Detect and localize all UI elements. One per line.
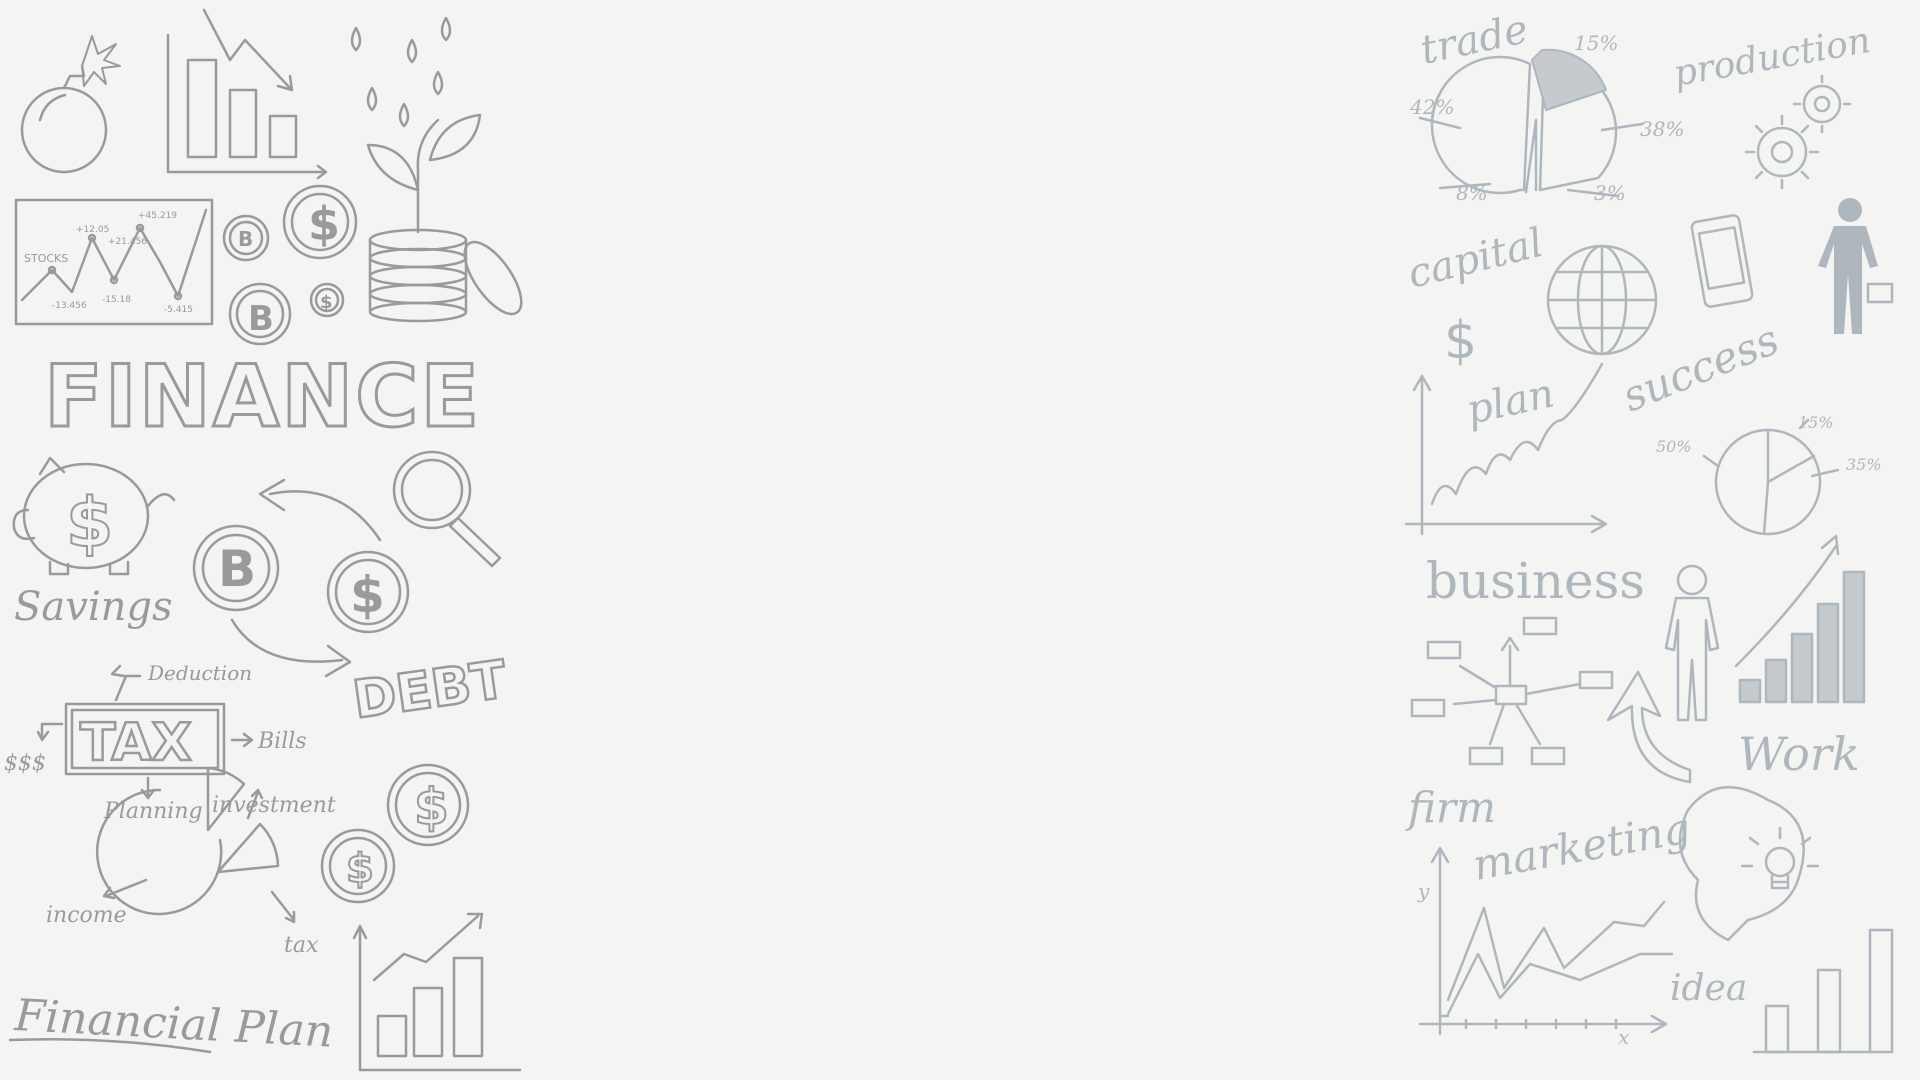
tax-label: TAX [80, 713, 192, 773]
doodle-canvas: FINANCE STOCKS +12.05 +21.456 +45.219 -1… [4, 6, 1894, 1072]
investment-label: investment [212, 793, 336, 818]
bomb-icon [20, 35, 121, 174]
svg-text:$: $ [66, 484, 113, 563]
pie-pct-5: 3% [1594, 181, 1626, 205]
pie-pct-1: 15% [1574, 31, 1618, 55]
dollar-sign-icon: $ [1444, 311, 1477, 371]
bar-chart-icon [166, 8, 328, 180]
deduction-label: Deduction [147, 661, 252, 685]
gears-icon [1744, 74, 1852, 190]
trade-pie-chart-icon [1418, 48, 1644, 198]
stock-value-3: +45.219 [138, 211, 177, 221]
business-label: business [1426, 552, 1645, 610]
trade-label: trade [1417, 6, 1533, 74]
small-pie-pct-2: 15% [1798, 413, 1834, 432]
tax-small-label: tax [284, 933, 319, 958]
capital-label: capital [1403, 220, 1547, 298]
axis-x-label: x [1618, 1025, 1629, 1049]
planning-label: Planning [103, 799, 203, 824]
stock-value-2: +21.456 [108, 237, 147, 247]
axis-y-label: y [1417, 879, 1430, 903]
globe-icon [1546, 244, 1658, 356]
savings-label: Savings [14, 584, 173, 630]
finance-doodle-background: FINANCE STOCKS +12.05 +21.456 +45.219 -1… [0, 0, 1920, 1080]
right-symbols: $ [1444, 311, 1477, 371]
dollars-label: $$$ [4, 751, 46, 776]
svg-text:$: $ [308, 197, 340, 251]
idea-bubble-icon [1678, 785, 1820, 942]
svg-text:B: B [238, 227, 253, 251]
svg-text:$: $ [350, 566, 385, 624]
stock-value-6: -5.415 [164, 305, 193, 315]
plan-label: plan [1463, 370, 1559, 433]
idea-label: idea [1670, 968, 1747, 1009]
pie-pct-3: 38% [1640, 117, 1684, 141]
investment-pie-icon [95, 766, 296, 924]
growth-bar-chart-icon [352, 912, 522, 1072]
svg-text:$: $ [414, 778, 449, 836]
pie-pct-2: 42% [1409, 95, 1454, 119]
plant-coins-icon [366, 113, 523, 323]
right-text-group: trade production 15% 42% 38% 8% 3% capit… [1403, 6, 1881, 1049]
work-label: Work [1738, 727, 1860, 781]
production-label: production [1670, 20, 1873, 95]
debt-label: DEBT [349, 650, 510, 731]
income-label: income [46, 903, 127, 928]
pie-pct-4: 8% [1456, 181, 1488, 205]
firm-label: firm [1405, 783, 1496, 832]
bills-label: Bills [257, 729, 307, 754]
stock-value-5: -15.18 [102, 295, 131, 305]
phone-icon [1690, 214, 1754, 308]
flowchart-icon [1410, 616, 1614, 766]
success-label: success [1615, 315, 1785, 422]
finance-heading: FINANCE [44, 347, 481, 447]
businessman-icon [1818, 198, 1894, 334]
svg-text:B: B [248, 299, 274, 339]
stock-value-1: +12.05 [76, 225, 109, 235]
small-pie-pct-3: 35% [1846, 455, 1882, 474]
marketing-label: marketing [1469, 803, 1694, 889]
raindrops-icon [350, 16, 452, 128]
bottom-bars-icon [1752, 928, 1894, 1054]
svg-text:$: $ [346, 846, 374, 892]
magnifier-icon [392, 450, 502, 568]
rising-bars-icon [1734, 534, 1866, 704]
small-pie-chart-icon [1702, 418, 1840, 536]
financial-plan-label: Financial Plan [12, 990, 334, 1058]
svg-text:$: $ [320, 292, 333, 313]
stocks-label: STOCKS [24, 252, 68, 265]
small-pie-pct-1: 50% [1656, 437, 1692, 456]
person-icon [1664, 564, 1720, 722]
svg-text:B: B [218, 540, 256, 598]
stock-value-4: -13.456 [52, 301, 87, 311]
